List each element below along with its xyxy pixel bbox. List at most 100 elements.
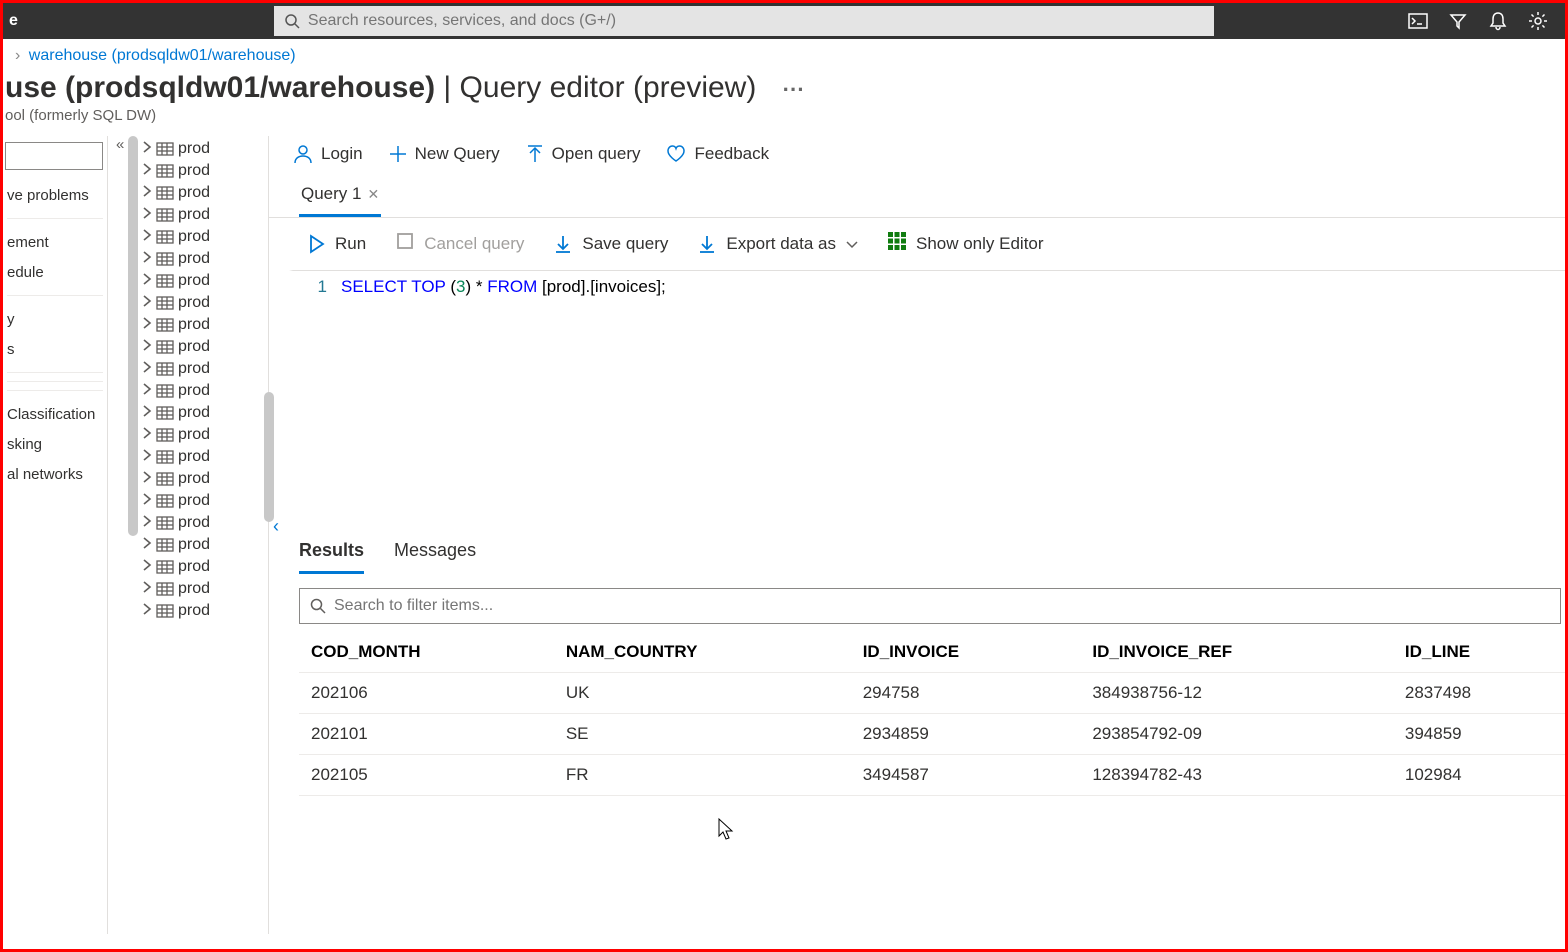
- sql-editor[interactable]: 1 SELECT TOP (3) * FROM [prod].[invoices…: [289, 270, 1565, 520]
- column-header[interactable]: ID_LINE: [1393, 632, 1565, 673]
- results-filter-input[interactable]: [334, 597, 1550, 615]
- table-node[interactable]: prod: [142, 270, 268, 292]
- export-data-button[interactable]: Export data as: [698, 234, 858, 254]
- global-search-input[interactable]: [308, 12, 1204, 30]
- table-node[interactable]: prod: [142, 248, 268, 270]
- close-icon[interactable]: ✕: [367, 186, 379, 203]
- cloud-shell-icon[interactable]: [1407, 10, 1429, 32]
- table-label: prod: [178, 360, 210, 378]
- resource-left-nav: « ve problemsementeduleysClassifications…: [3, 136, 108, 934]
- chevron-right-icon: [142, 470, 152, 488]
- table-node[interactable]: prod: [142, 160, 268, 182]
- nav-item[interactable]: y: [3, 304, 107, 334]
- nav-item[interactable]: edule: [3, 257, 107, 287]
- tab-label: Query 1: [301, 184, 361, 204]
- nav-item[interactable]: ve problems: [3, 180, 107, 210]
- nav-item[interactable]: s: [3, 334, 107, 364]
- cancel-query-button: Cancel query: [396, 232, 524, 255]
- table-node[interactable]: prod: [142, 182, 268, 204]
- table-node[interactable]: prod: [142, 314, 268, 336]
- identifier: [prod].[invoices];: [542, 277, 666, 296]
- table-icon: [156, 406, 174, 420]
- run-button[interactable]: Run: [309, 234, 366, 254]
- table-node[interactable]: prod: [142, 446, 268, 468]
- table-node[interactable]: prod: [142, 138, 268, 160]
- chevron-right-icon: [142, 580, 152, 598]
- chevron-right-icon: [142, 426, 152, 444]
- table-node[interactable]: prod: [142, 336, 268, 358]
- login-label: Login: [321, 144, 363, 164]
- query-toolbar: Run Cancel query Save query Export data …: [269, 218, 1565, 270]
- code-line[interactable]: SELECT TOP (3) * FROM [prod].[invoices];: [341, 277, 666, 520]
- results-filter[interactable]: [299, 588, 1561, 624]
- settings-icon[interactable]: [1527, 10, 1549, 32]
- table-node[interactable]: prod: [142, 512, 268, 534]
- plus-icon: [389, 145, 407, 163]
- column-header[interactable]: ID_INVOICE: [851, 632, 1081, 673]
- more-actions-icon[interactable]: ···: [783, 77, 805, 102]
- table-icon: [156, 582, 174, 596]
- table-node[interactable]: prod: [142, 600, 268, 622]
- tab-query-1[interactable]: Query 1 ✕: [299, 176, 381, 217]
- table-node[interactable]: prod: [142, 578, 268, 600]
- table-node[interactable]: prod: [142, 490, 268, 512]
- chevron-right-icon: [142, 272, 152, 290]
- table-node[interactable]: prod: [142, 292, 268, 314]
- column-header[interactable]: COD_MONTH: [299, 632, 554, 673]
- topbar-actions: [1407, 10, 1565, 32]
- left-nav-search[interactable]: [5, 142, 103, 170]
- scrollbar[interactable]: [264, 392, 274, 522]
- save-query-button[interactable]: Save query: [554, 234, 668, 254]
- chevron-right-icon: [142, 250, 152, 268]
- chevron-right-icon: [142, 382, 152, 400]
- show-only-editor-button[interactable]: Show only Editor: [888, 232, 1044, 255]
- chevron-right-icon: [142, 140, 152, 158]
- cell: 2934859: [851, 714, 1081, 755]
- table-node[interactable]: prod: [142, 534, 268, 556]
- open-query-label: Open query: [552, 144, 641, 164]
- table-node[interactable]: prod: [142, 468, 268, 490]
- column-header[interactable]: NAM_COUNTRY: [554, 632, 851, 673]
- table-row[interactable]: 202106UK294758384938756-122837498: [299, 673, 1565, 714]
- table-row[interactable]: 202105FR3494587128394782-43102984: [299, 755, 1565, 796]
- column-header[interactable]: ID_INVOICE_REF: [1080, 632, 1393, 673]
- notifications-icon[interactable]: [1487, 10, 1509, 32]
- open-query-button[interactable]: Open query: [526, 144, 641, 164]
- cell: SE: [554, 714, 851, 755]
- table-tree: prodprodprodprodprodprodprodprodprodprod…: [142, 136, 268, 622]
- scrollbar[interactable]: [128, 136, 138, 536]
- new-query-button[interactable]: New Query: [389, 144, 500, 164]
- nav-item[interactable]: Classification: [3, 399, 107, 429]
- table-node[interactable]: prod: [142, 556, 268, 578]
- cell: UK: [554, 673, 851, 714]
- table-node[interactable]: prod: [142, 424, 268, 446]
- search-icon: [284, 13, 300, 29]
- table-icon: [156, 318, 174, 332]
- table-label: prod: [178, 184, 210, 202]
- cell: 202106: [299, 673, 554, 714]
- collapse-splitter-icon[interactable]: ‹: [273, 516, 279, 537]
- download-icon: [698, 235, 716, 253]
- login-button[interactable]: Login: [293, 144, 363, 164]
- table-row[interactable]: 202101SE2934859293854792-09394859: [299, 714, 1565, 755]
- table-icon: [156, 538, 174, 552]
- tab-messages[interactable]: Messages: [394, 536, 476, 574]
- table-label: prod: [178, 382, 210, 400]
- nav-item[interactable]: al networks: [3, 459, 107, 489]
- table-node[interactable]: prod: [142, 204, 268, 226]
- nav-item[interactable]: sking: [3, 429, 107, 459]
- tab-results[interactable]: Results: [299, 536, 364, 574]
- table-node[interactable]: prod: [142, 358, 268, 380]
- breadcrumb-link[interactable]: warehouse (prodsqldw01/warehouse): [29, 47, 296, 64]
- nav-item[interactable]: ement: [3, 227, 107, 257]
- table-node[interactable]: prod: [142, 402, 268, 424]
- table-node[interactable]: prod: [142, 380, 268, 402]
- directory-filter-icon[interactable]: [1447, 10, 1469, 32]
- table-node[interactable]: prod: [142, 226, 268, 248]
- nav-divider: [7, 295, 103, 296]
- global-search[interactable]: [274, 6, 1214, 36]
- nav-divider: [7, 372, 103, 373]
- feedback-button[interactable]: Feedback: [666, 144, 769, 164]
- table-label: prod: [178, 228, 210, 246]
- result-tabs: Results Messages: [299, 536, 1565, 574]
